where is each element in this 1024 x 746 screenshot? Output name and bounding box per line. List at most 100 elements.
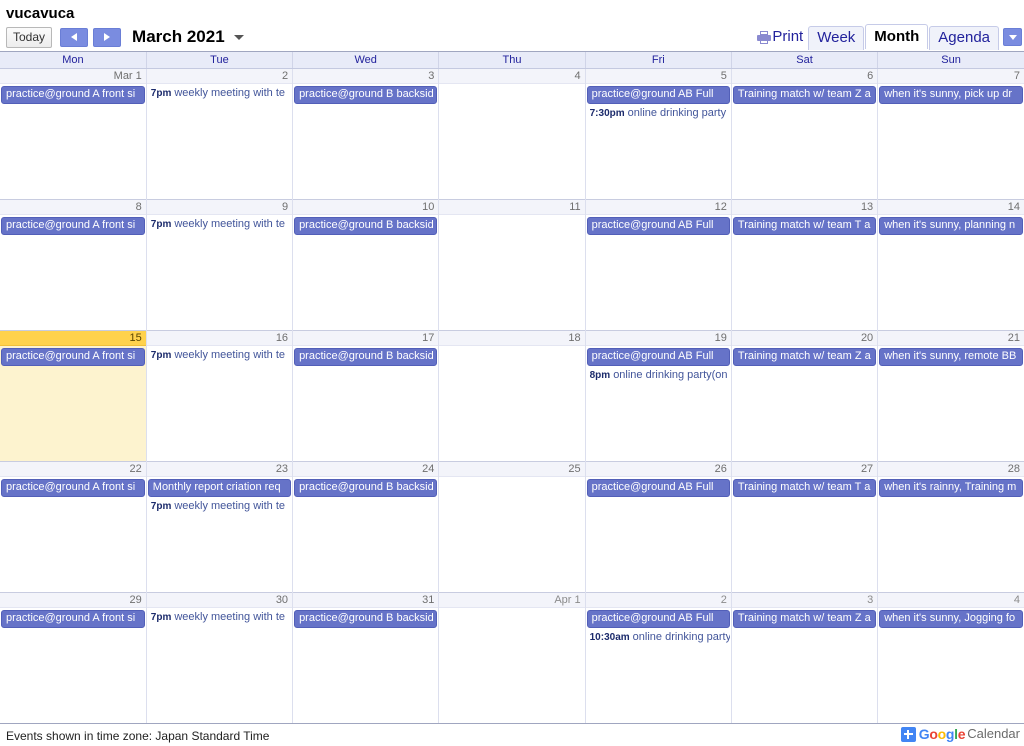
day-number[interactable]: 31 [293,593,439,608]
day-number[interactable]: 3 [293,69,439,84]
all-day-event[interactable]: Training match w/ team T a [732,479,877,497]
all-day-event[interactable]: practice@ground B backsid [294,348,438,366]
day-cell[interactable]: 24 practice@ground B backsid [292,461,439,593]
all-day-event[interactable]: when it's sunny, planning n [879,217,1023,235]
timed-event[interactable]: 7:30pm online drinking party [587,106,730,122]
day-number[interactable]: 23 [146,462,293,477]
tab-month[interactable]: Month [865,24,929,49]
day-cell[interactable]: 3 Training match w/ team Z a [730,592,878,723]
day-cell[interactable]: 29 practice@ground A front si [0,592,147,723]
timed-event[interactable]: 7pm weekly meeting with te [148,610,291,626]
day-cell[interactable]: 10 practice@ground B backsid [292,199,439,331]
all-day-event[interactable]: Training match w/ team Z a [732,86,877,104]
all-day-event[interactable]: practice@ground A front si [1,217,145,235]
view-options-dropdown-button[interactable] [1003,28,1022,46]
day-number[interactable]: 20 [731,331,878,346]
timed-event[interactable]: 7pm weekly meeting with te [148,217,291,233]
day-cell[interactable]: 18 [438,330,586,462]
day-number[interactable]: 11 [439,200,585,215]
day-number[interactable]: 25 [439,462,585,477]
day-number[interactable]: Mar 1 [0,69,146,84]
all-day-event[interactable]: practice@ground B backsid [294,479,438,497]
day-cell[interactable]: Apr 1 [438,592,586,723]
day-number[interactable]: 7 [878,69,1024,84]
day-cell[interactable]: 4 when it's sunny, Jogging fo [877,592,1024,723]
day-cell[interactable]: 11 [438,199,586,331]
day-number[interactable]: 28 [878,462,1024,477]
all-day-event[interactable]: practice@ground AB Full [586,610,730,628]
day-number[interactable]: 24 [293,462,439,477]
day-cell[interactable]: 14 when it's sunny, planning n [877,199,1024,331]
all-day-event[interactable]: practice@ground AB Full [586,479,730,497]
day-number[interactable]: 17 [293,331,439,346]
day-cell[interactable]: 5 practice@ground AB Full 7:30pm online dri… [584,68,732,200]
all-day-event[interactable]: practice@ground AB Full [586,217,730,235]
all-day-event[interactable]: when it's rainny, Training m [879,479,1023,497]
day-number[interactable]: 6 [731,69,878,84]
day-cell[interactable]: 9 7pm weekly meeting with te [145,199,293,331]
day-cell[interactable]: 25 [438,461,586,593]
day-number[interactable]: 12 [585,200,731,215]
all-day-event[interactable]: when it's sunny, remote BB [879,348,1023,366]
today-button[interactable]: Today [6,26,53,48]
day-cell[interactable]: 2 practice@ground AB Full 10:30am online dr… [584,592,732,723]
all-day-event[interactable]: practice@ground A front si [1,479,145,497]
timed-event[interactable]: 7pm weekly meeting with te [148,499,291,515]
day-cell[interactable]: 15 practice@ground A front si [0,330,147,462]
timed-event[interactable]: 7pm weekly meeting with te [148,348,291,364]
day-number[interactable]: 13 [731,200,878,215]
all-day-event[interactable]: Monthly report criation req [147,479,292,497]
day-number[interactable]: 10 [293,200,439,215]
day-cell[interactable]: 17 practice@ground B backsid [292,330,439,462]
day-number[interactable]: 3 [731,593,878,608]
day-number[interactable]: 22 [0,462,146,477]
day-cell[interactable]: 6 Training match w/ team Z a [730,68,878,200]
day-number[interactable]: Apr 1 [439,593,585,608]
day-cell[interactable]: 16 7pm weekly meeting with te [145,330,293,462]
all-day-event[interactable]: practice@ground AB Full [586,86,730,104]
tab-week[interactable]: Week [808,26,865,50]
day-cell[interactable]: 13 Training match w/ team T a [730,199,878,331]
date-range-dropdown-icon[interactable] [233,34,244,40]
all-day-event[interactable]: practice@ground A front si [1,610,145,628]
all-day-event[interactable]: practice@ground B backsid [294,610,438,628]
timed-event[interactable]: 10:30am online drinking party [587,630,730,646]
day-number[interactable]: 18 [439,331,585,346]
all-day-event[interactable]: practice@ground A front si [1,348,145,366]
all-day-event[interactable]: practice@ground AB Full [586,348,730,366]
day-number[interactable]: 5 [585,69,731,84]
day-number[interactable]: 19 [585,331,731,346]
all-day-event[interactable]: practice@ground A front si [1,86,145,104]
day-number[interactable]: 4 [878,593,1024,608]
day-number[interactable]: 2 [146,69,293,84]
tab-agenda[interactable]: Agenda [929,26,999,50]
day-number[interactable]: 15 [0,331,146,346]
day-number[interactable]: 14 [878,200,1024,215]
day-cell[interactable]: 26 practice@ground AB Full [584,461,732,593]
all-day-event[interactable]: Training match w/ team T a [732,217,877,235]
day-cell[interactable]: 23 Monthly report criation req 7pm weekly m… [145,461,293,593]
day-number[interactable]: 29 [0,593,146,608]
day-cell[interactable]: 30 7pm weekly meeting with te [145,592,293,723]
all-day-event[interactable]: when it's sunny, pick up dr [879,86,1023,104]
day-number[interactable]: 8 [0,200,146,215]
day-cell[interactable]: 21 when it's sunny, remote BB [877,330,1024,462]
day-number[interactable]: 2 [585,593,731,608]
print-button[interactable]: Print [757,28,807,49]
day-cell[interactable]: Mar 1 practice@ground A front si [0,68,147,200]
day-cell[interactable]: 27 Training match w/ team T a [730,461,878,593]
day-cell[interactable]: 31 practice@ground B backsid [292,592,439,723]
all-day-event[interactable]: when it's sunny, Jogging fo [879,610,1023,628]
timed-event[interactable]: 8pm online drinking party(on [587,368,730,384]
timed-event[interactable]: 7pm weekly meeting with te [148,86,291,102]
all-day-event[interactable]: Training match w/ team Z a [732,610,877,628]
next-period-button[interactable] [93,27,122,47]
day-number[interactable]: 16 [146,331,293,346]
day-cell[interactable]: 20 Training match w/ team Z a [730,330,878,462]
day-number[interactable]: 9 [146,200,293,215]
day-cell[interactable]: 7 when it's sunny, pick up dr [877,68,1024,200]
day-cell[interactable]: 3 practice@ground B backsid [292,68,439,200]
add-to-calendar-plus-icon[interactable] [900,726,916,742]
day-cell[interactable]: 22 practice@ground A front si [0,461,147,593]
all-day-event[interactable]: practice@ground B backsid [294,217,438,235]
